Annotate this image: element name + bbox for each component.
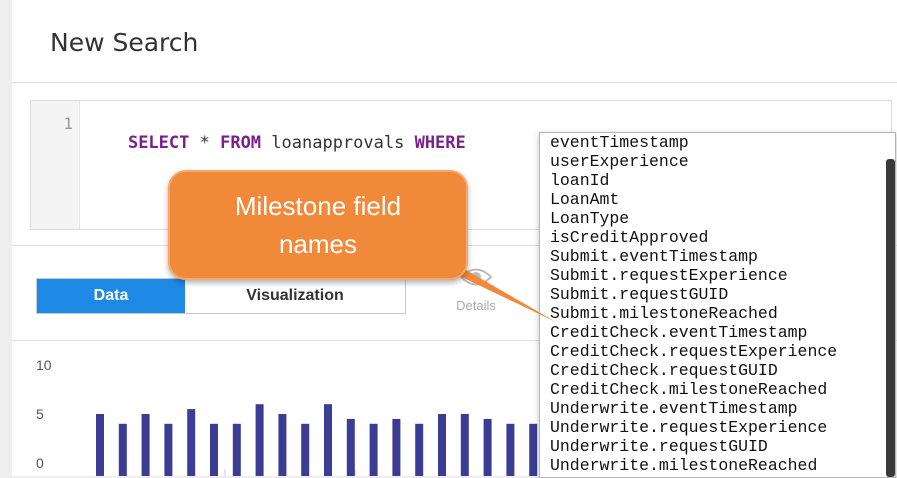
autocomplete-item[interactable]: Submit.requestExperience [540,266,895,285]
chart-bar [96,414,104,476]
autocomplete-item[interactable]: Underwrite.eventTimestamp [540,399,895,418]
autocomplete-item[interactable]: Underwrite.requestGUID [540,437,895,456]
chart-bar [346,418,355,476]
line-gutter: 1 [31,101,80,229]
results-bar-chart: 10 5 0 [36,357,538,476]
y-tick-label: 5 [36,406,44,422]
autocomplete-item[interactable]: Submit.requestGUID [540,285,895,304]
chart-bar [392,418,401,476]
chart-bar [438,414,446,476]
autocomplete-item[interactable]: Underwrite.milestoneReached [540,456,895,475]
autocomplete-scrollbar[interactable] [886,159,895,477]
query-text[interactable]: SELECT * FROM loanapprovals WHERE [87,113,466,173]
callout-text: Milestone field names [234,191,402,259]
chart-bar [301,423,310,476]
callout-bubble: Milestone field names [168,170,468,280]
chart-bar [278,414,287,476]
query-token: loanapprovals [261,133,415,153]
autocomplete-item[interactable]: Submit.eventTimestamp [540,247,895,266]
details-label: Details [456,298,496,313]
autocomplete-item[interactable]: eventTimestamp [540,133,895,152]
autocomplete-item[interactable]: CreditCheck.eventTimestamp [540,323,895,342]
query-token: SELECT [127,133,190,153]
autocomplete-item[interactable]: isCreditApproved [540,228,895,247]
tab-data[interactable]: Data [37,279,185,313]
y-tick-label: 10 [36,357,52,373]
chart-bar [141,414,150,476]
chart-bar [415,423,424,476]
autocomplete-item[interactable]: CreditCheck.requestExperience [540,342,895,361]
autocomplete-item[interactable]: loanId [540,171,895,190]
autocomplete-item[interactable]: CreditCheck.milestoneReached [540,380,895,399]
autocomplete-item[interactable]: LoanType [540,209,895,228]
chart-bar [529,423,538,476]
autocomplete-dropdown[interactable]: eventTimestamp userExperience loanId LoanAm… [539,132,896,478]
chart-bar [483,418,492,476]
autocomplete-item[interactable]: Underwrite.requestExperience [540,418,895,437]
header-divider [12,82,897,83]
autocomplete-item[interactable]: userExperience [540,152,895,171]
chart-bar [232,423,241,476]
chart-bar [210,423,218,476]
tab-visualization[interactable]: Visualization [185,279,405,313]
chart-bar [255,404,264,476]
query-token: * [189,133,221,153]
autocomplete-item[interactable]: LoanAmt [540,190,895,209]
chart-bar [506,423,515,476]
chart-bar [369,423,378,476]
query-token: WHERE [414,133,466,153]
y-tick-label: 0 [36,455,44,471]
line-number: 1 [63,114,73,133]
chart-bar [324,404,332,476]
page-title: New Search [50,28,199,57]
autocomplete-item[interactable]: CreditCheck.requestGUID [540,361,895,380]
chart-bar [460,414,469,476]
chart-bar [118,423,127,476]
chart-bar [187,409,196,476]
query-token: FROM [220,133,262,153]
chart-bar [164,423,173,476]
view-tabs: Data Visualization [36,278,406,314]
autocomplete-item[interactable]: Submit.milestoneReached [540,304,895,323]
